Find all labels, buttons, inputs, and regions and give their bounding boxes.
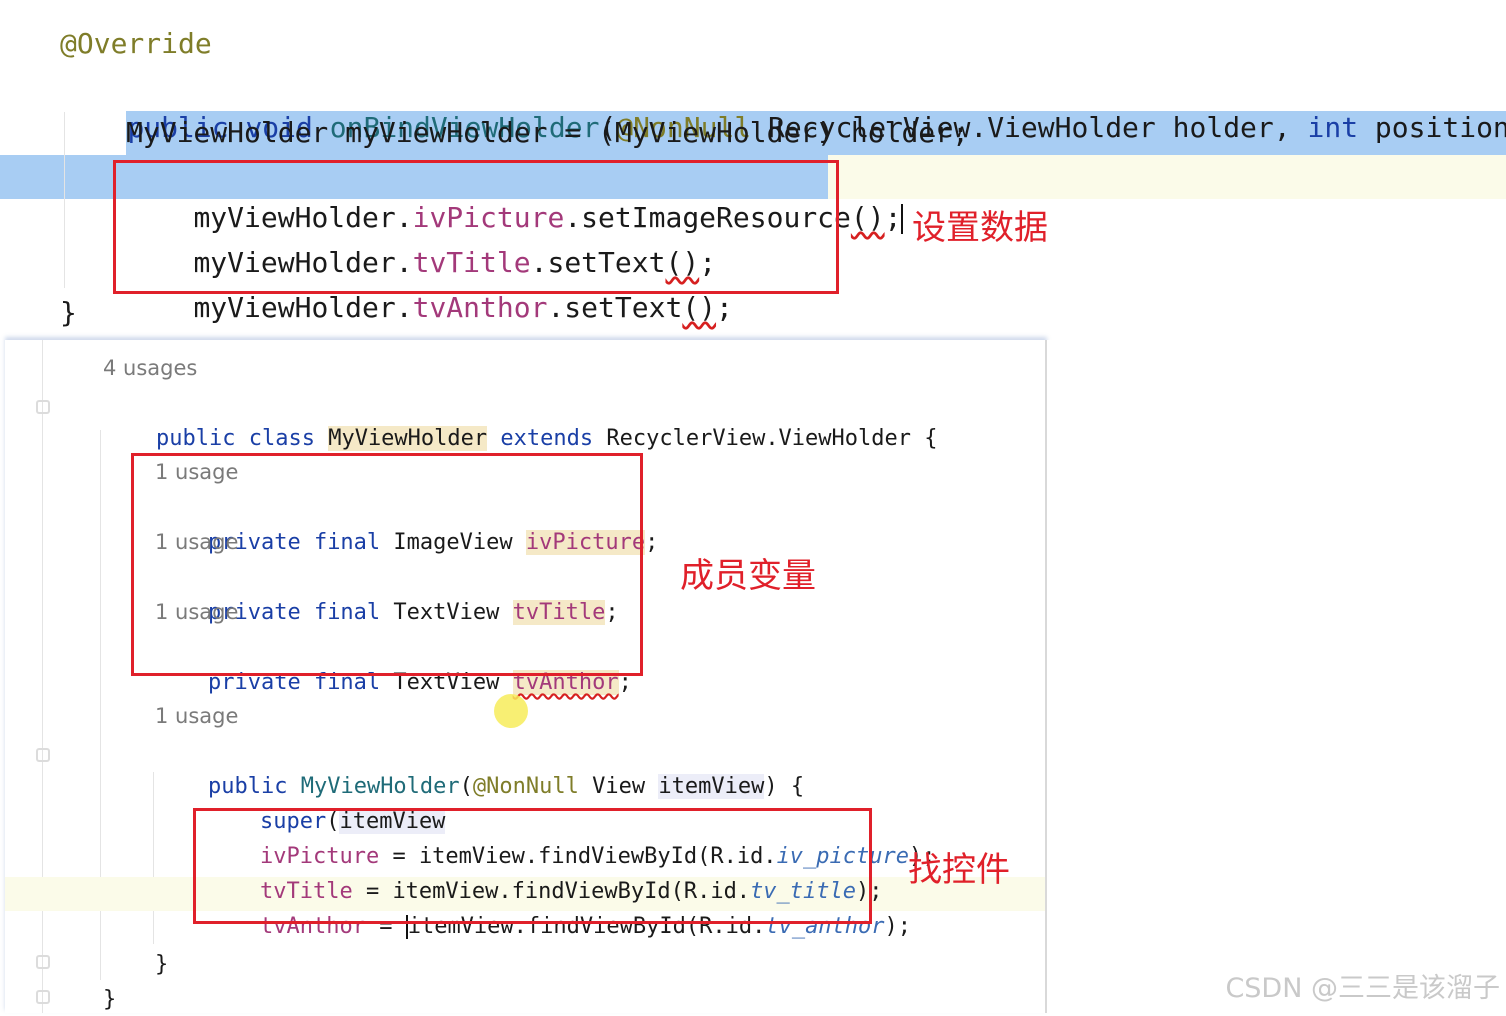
semicolon: ; bbox=[716, 291, 733, 324]
text-caret bbox=[901, 204, 904, 234]
highlight-box-set-data bbox=[113, 160, 839, 294]
note-set-data: 设置数据 bbox=[912, 208, 1048, 248]
error-args: () bbox=[682, 291, 717, 324]
param-name: itemView bbox=[658, 774, 765, 799]
paren: ( bbox=[459, 774, 473, 799]
class-name: MyViewHolder bbox=[328, 426, 488, 451]
fold-icon[interactable] bbox=[36, 990, 50, 1004]
indent-guide bbox=[153, 772, 154, 944]
closing-brace: } bbox=[103, 987, 117, 1012]
gutter-line bbox=[42, 340, 43, 1013]
closing-brace: } bbox=[155, 952, 169, 977]
fold-icon[interactable] bbox=[36, 955, 50, 969]
parent-class: RecyclerView.ViewHolder { bbox=[606, 426, 938, 451]
blank-area bbox=[1047, 340, 1506, 1013]
param-type: View bbox=[578, 774, 659, 799]
keyword: int bbox=[1307, 111, 1359, 144]
fold-icon[interactable] bbox=[36, 400, 50, 414]
param-tail: ) { bbox=[764, 774, 805, 799]
note-member-vars: 成员变量 bbox=[680, 556, 816, 596]
field-ref: tvAnthor bbox=[412, 291, 548, 324]
error-args: () bbox=[850, 201, 885, 234]
closing-brace: } bbox=[60, 296, 77, 329]
override-annotation: @Override bbox=[60, 27, 212, 60]
code-editor-top[interactable]: @Override public void onBindViewHolder(@… bbox=[0, 0, 1506, 340]
usage-hint[interactable]: 1 usage bbox=[155, 704, 238, 728]
object-ref: myViewHolder. bbox=[193, 291, 413, 324]
highlight-box-member-vars bbox=[131, 453, 643, 676]
method-call: .setText bbox=[547, 291, 683, 324]
call-end: ); bbox=[884, 914, 912, 939]
param-tail: position) { bbox=[1374, 111, 1506, 144]
keyword: extends bbox=[500, 426, 594, 451]
highlight-box-find-views bbox=[193, 808, 872, 924]
keyword: class bbox=[248, 426, 315, 451]
keyword: public bbox=[155, 426, 236, 451]
code-line-cast[interactable]: MyViewHolder myViewHolder = (MyViewHolde… bbox=[126, 113, 969, 153]
pointer-dot bbox=[494, 694, 528, 728]
code-editor-bottom[interactable]: 4 usages public class MyViewHolder exten… bbox=[5, 340, 1047, 1013]
semicolon: ; bbox=[884, 201, 902, 234]
fold-icon[interactable] bbox=[36, 748, 50, 762]
note-find-views: 找控件 bbox=[908, 850, 1010, 890]
usage-hint[interactable]: 4 usages bbox=[103, 356, 197, 380]
watermark: CSDN @三三是该溜子 bbox=[1225, 973, 1500, 1004]
nonnull-annotation: @NonNull bbox=[472, 774, 579, 799]
